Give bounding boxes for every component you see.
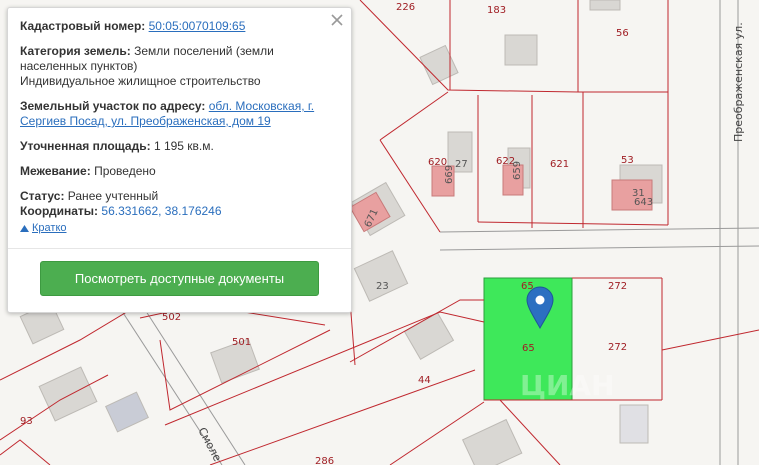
svg-text:93: 93: [20, 416, 33, 427]
cadastral-number-link[interactable]: 50:05:0070109:65: [149, 19, 246, 33]
status-row: Статус: Ранее учтенный: [20, 189, 339, 204]
svg-text:669: 669: [444, 165, 455, 184]
svg-text:226: 226: [396, 2, 415, 13]
cadastral-number-row: Кадастровый номер: 50:05:0070109:65: [20, 19, 339, 34]
watermark: ЦИАН: [520, 369, 615, 402]
category-row: Категория земель: Земли поселений (земли…: [20, 44, 339, 74]
area-label: Уточненная площадь:: [20, 139, 151, 153]
survey-label: Межевание:: [20, 164, 91, 178]
cadastral-info-popup: Кадастровый номер: 50:05:0070109:65 Кате…: [7, 7, 352, 313]
svg-text:56: 56: [616, 28, 629, 39]
survey-row: Межевание: Проведено: [20, 164, 339, 179]
svg-text:643: 643: [634, 197, 653, 208]
svg-text:502: 502: [162, 312, 181, 323]
survey-value: Проведено: [94, 164, 156, 178]
collapse-label: Кратко: [32, 222, 67, 234]
street-label-preobrazhenskaya: Преображенская ул.: [732, 22, 745, 142]
svg-text:621: 621: [550, 159, 569, 170]
collapse-toggle[interactable]: Кратко: [20, 221, 339, 236]
svg-text:501: 501: [232, 337, 251, 348]
svg-text:286: 286: [315, 456, 334, 465]
coordinates-value[interactable]: 56.331662, 38.176246: [101, 204, 221, 218]
svg-text:183: 183: [487, 5, 506, 16]
svg-text:23: 23: [376, 281, 389, 292]
address-row: Земельный участок по адресу: обл. Москов…: [20, 99, 339, 129]
cadastral-number-label: Кадастровый номер:: [20, 19, 146, 33]
svg-text:53: 53: [621, 155, 634, 166]
address-label: Земельный участок по адресу:: [20, 99, 206, 113]
svg-text:272: 272: [608, 342, 627, 353]
svg-text:65: 65: [522, 343, 535, 354]
svg-text:659: 659: [512, 161, 523, 180]
svg-text:27: 27: [455, 159, 468, 170]
category-label: Категория земель:: [20, 44, 131, 58]
svg-text:44: 44: [418, 375, 431, 386]
usage-value: Индивидуальное жилищное строительство: [20, 74, 261, 88]
divider: [8, 248, 351, 249]
status-label: Статус:: [20, 189, 65, 203]
coordinates-row: Координаты: 56.331662, 38.176246: [20, 204, 339, 219]
close-icon[interactable]: [329, 12, 345, 28]
triangle-up-icon: [20, 225, 29, 232]
coordinates-label: Координаты:: [20, 204, 99, 218]
area-row: Уточненная площадь: 1 195 кв.м.: [20, 139, 339, 154]
view-documents-button[interactable]: Посмотреть доступные документы: [40, 261, 319, 296]
status-value: Ранее учтенный: [67, 189, 159, 203]
area-value: 1 195 кв.м.: [153, 139, 214, 153]
svg-text:272: 272: [608, 281, 627, 292]
